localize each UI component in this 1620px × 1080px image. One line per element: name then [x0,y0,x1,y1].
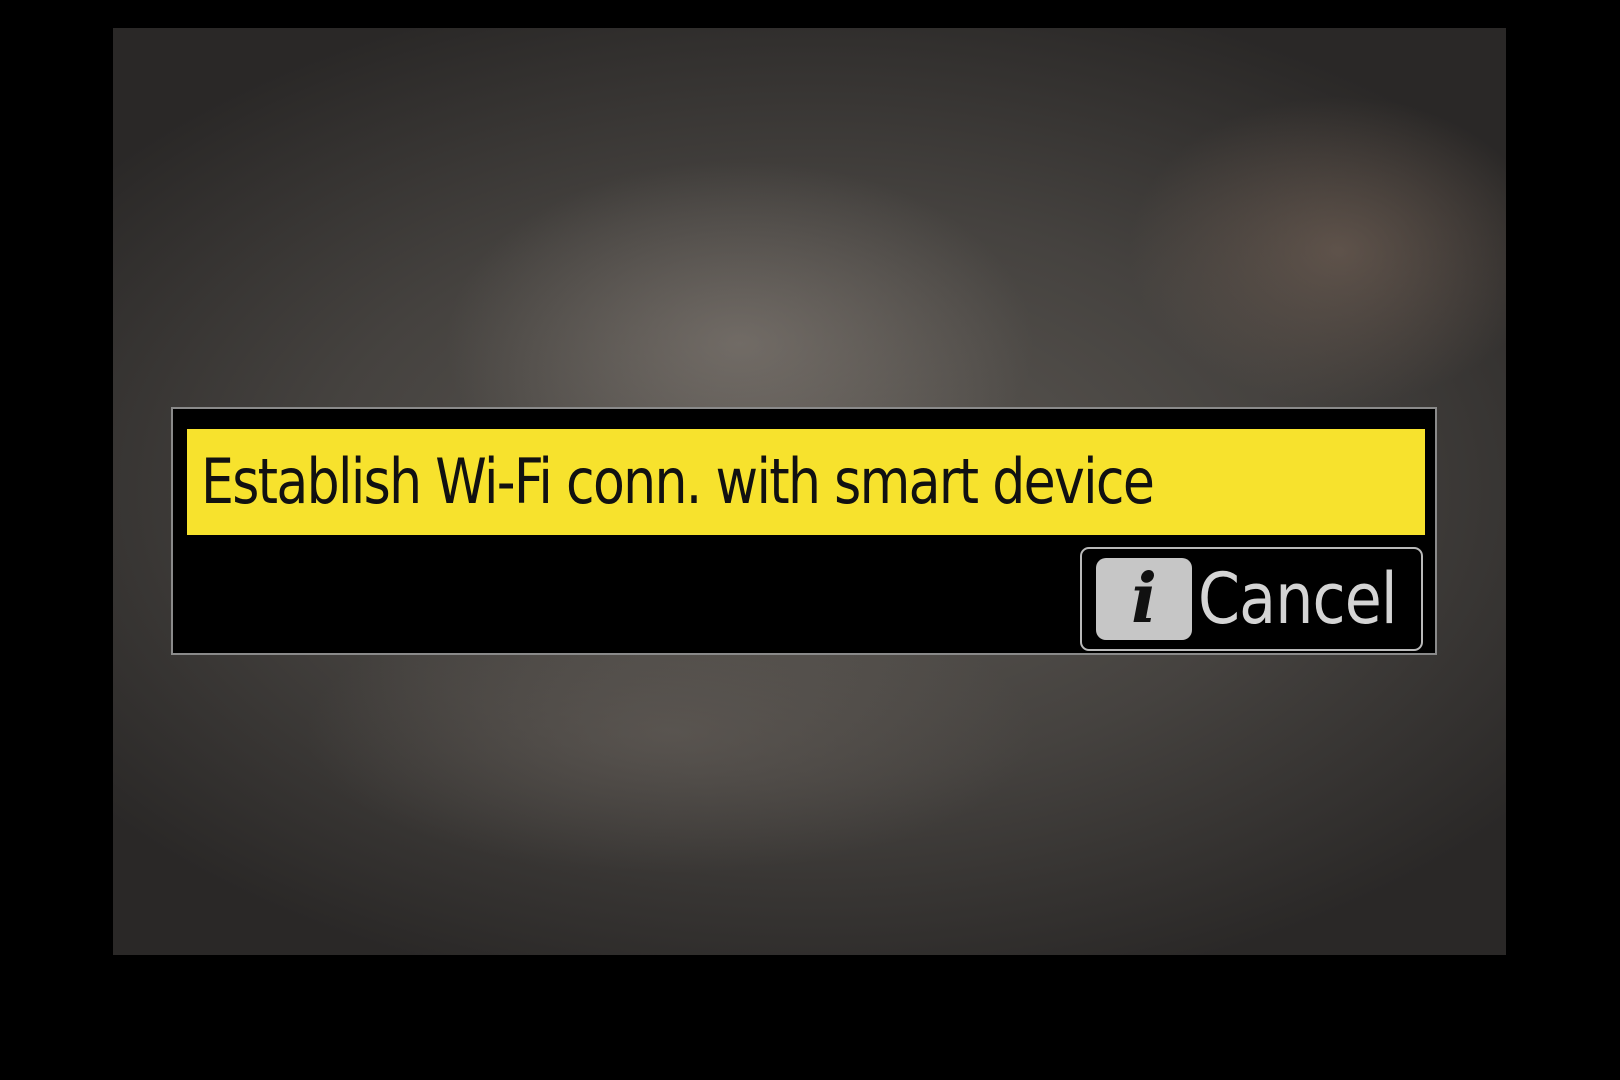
dialog-title: Establish Wi-Fi conn. with smart device [201,445,1155,518]
cancel-button[interactable]: i Cancel [1080,547,1423,651]
info-key-glyph: i [1131,559,1157,639]
dialog-title-highlight: Establish Wi-Fi conn. with smart device [187,429,1425,535]
cancel-label: Cancel [1198,558,1398,640]
info-button-icon: i [1096,558,1192,640]
wifi-connection-dialog: Establish Wi-Fi conn. with smart device … [171,407,1437,655]
camera-screen: Establish Wi-Fi conn. with smart device … [113,28,1506,955]
